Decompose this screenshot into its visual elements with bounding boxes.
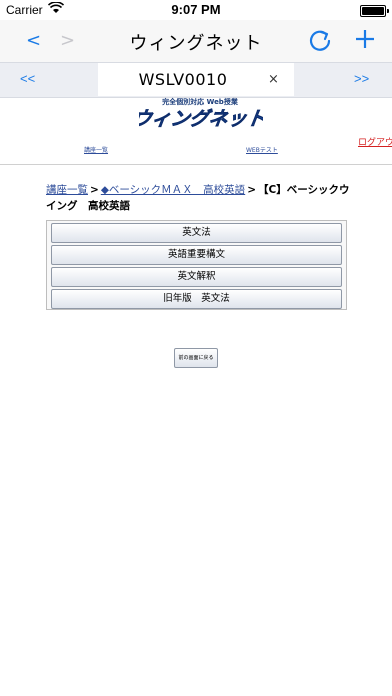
breadcrumb-separator: >	[90, 184, 99, 196]
status-bar: Carrier 9:07 PM	[0, 0, 392, 20]
breadcrumb: 講座一覧 > ◆ベーシックＭＡＸ 高校英語 > 【C】ベーシックウイング 高校英語	[46, 182, 350, 214]
battery-icon	[360, 5, 389, 17]
breadcrumb-separator: >	[247, 184, 256, 196]
tab-prev-button[interactable]: <<	[20, 71, 35, 86]
reload-icon[interactable]	[306, 27, 334, 55]
menu-item-key-structures[interactable]: 英語重要構文	[51, 245, 342, 265]
course-list-link[interactable]: 講座一覧	[84, 145, 108, 154]
plus-icon[interactable]	[352, 25, 378, 53]
web-test-link[interactable]: WEBテスト	[246, 145, 278, 154]
logo-wordmark: ウィングネット	[139, 107, 263, 130]
subject-menu: 英文法 英語重要構文 英文解釈 旧年版 英文法	[46, 220, 347, 310]
menu-item-grammar[interactable]: 英文法	[51, 223, 342, 243]
tab-bar: << WSLV0010 × >>	[0, 62, 392, 98]
breadcrumb-course-list[interactable]: 講座一覧	[46, 184, 88, 196]
menu-item-old-grammar[interactable]: 旧年版 英文法	[51, 289, 342, 309]
previous-screen-button[interactable]: 前の画面に戻る	[174, 348, 218, 368]
breadcrumb-basic-max[interactable]: ◆ベーシックＭＡＸ 高校英語	[101, 184, 245, 196]
divider	[0, 164, 392, 165]
navigation-bar: < > ウィングネット	[0, 20, 392, 62]
logout-link[interactable]: ログアウト	[358, 137, 392, 149]
clock: 9:07 PM	[171, 2, 221, 17]
svg-text:ウィングネット: ウィングネット	[139, 107, 263, 130]
tab-label: WSLV0010	[138, 70, 228, 89]
tab-close-button[interactable]: ×	[268, 72, 279, 87]
site-logo: 完全個別対応 Web授業 ウィングネット	[133, 97, 267, 137]
tab-active[interactable]: WSLV0010 ×	[98, 63, 294, 96]
menu-item-interpretation[interactable]: 英文解釈	[51, 267, 342, 287]
tab-next-button[interactable]: >>	[354, 71, 369, 86]
